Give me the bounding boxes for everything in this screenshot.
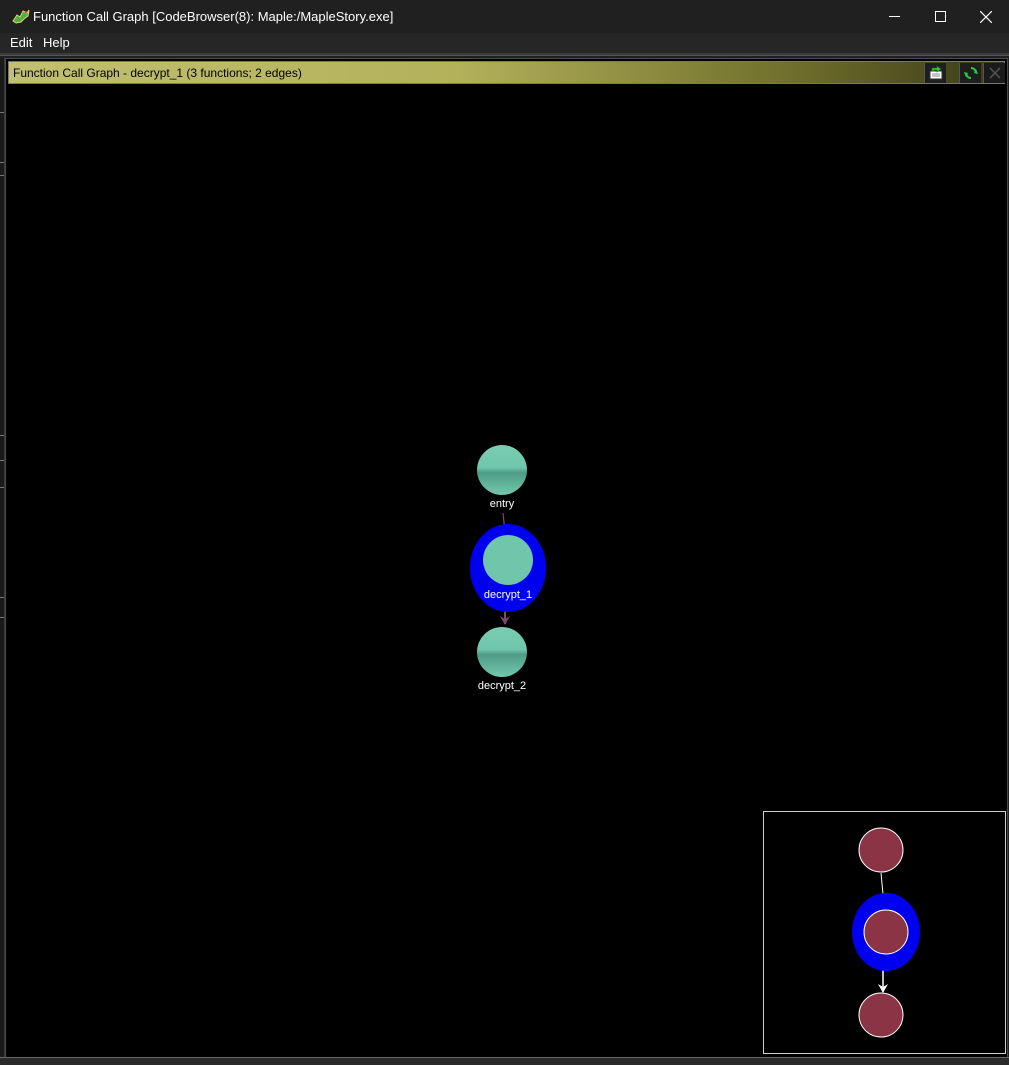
graph-node-decrypt-2[interactable] [477, 627, 527, 677]
node-label-decrypt-1: decrypt_1 [483, 589, 533, 601]
satellite-node [858, 992, 904, 1038]
satellite-node [858, 827, 904, 873]
app-window: Function Call Graph [CodeBrowser(8): Map… [0, 0, 1009, 1065]
satellite-graph [852, 827, 920, 1038]
satellite-view[interactable] [763, 811, 1006, 1054]
graph-node-entry[interactable] [477, 445, 527, 495]
status-bar [0, 1057, 1009, 1065]
node-label-entry: entry [489, 498, 515, 510]
node-label-decrypt-2: decrypt_2 [477, 680, 527, 692]
satellite-node [863, 909, 909, 955]
graph-node-decrypt-1[interactable] [483, 535, 533, 585]
satellite-edge [880, 872, 884, 895]
